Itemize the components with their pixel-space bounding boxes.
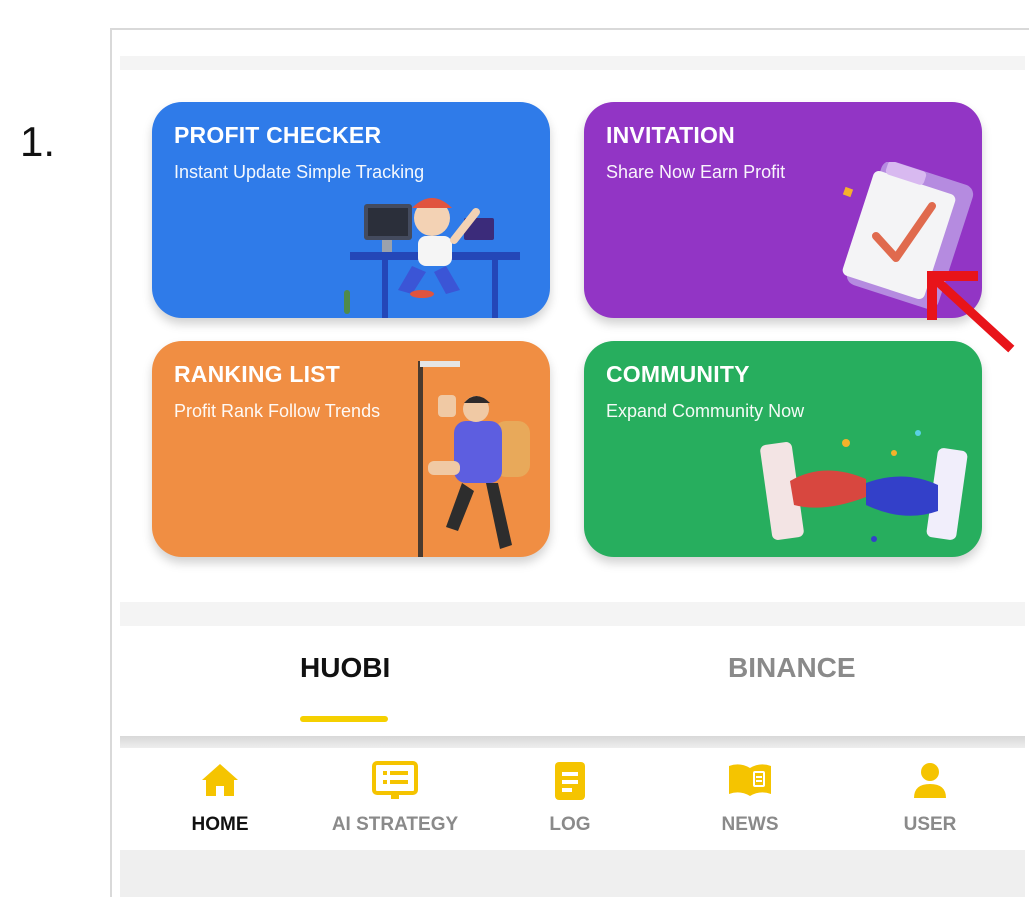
divider <box>120 736 1025 748</box>
arrow-pointer-icon <box>927 271 1015 353</box>
nav-log[interactable]: LOG <box>495 748 645 848</box>
step-number: 1. <box>20 118 56 165</box>
document-icon <box>555 762 585 800</box>
card-title: COMMUNITY <box>606 361 750 387</box>
nav-news[interactable]: NEWS <box>675 748 825 848</box>
card-subtitle: Instant Update Simple Tracking <box>174 162 425 182</box>
mid-band <box>120 602 1025 626</box>
tab-binance[interactable]: BINANCE <box>728 652 856 684</box>
nav-label: AI STRATEGY <box>331 814 459 835</box>
handshake-illustration <box>760 430 968 542</box>
top-band <box>120 56 1025 70</box>
nav-label: NEWS <box>721 814 779 835</box>
book-icon <box>729 764 771 796</box>
active-tab-indicator <box>300 716 388 722</box>
phone-screen: PROFIT CHECKER Instant Update Simple Tra… <box>110 28 1029 897</box>
card-title: PROFIT CHECKER <box>174 122 382 148</box>
nav-ai-strategy[interactable]: AI STRATEGY <box>320 748 470 848</box>
ranking-list-card[interactable]: RANKING LIST Profit Rank Follow Trends <box>152 341 550 557</box>
card-title: RANKING LIST <box>174 361 340 387</box>
bottom-nav: HOME AI STRATEGY LOG NEWS USER <box>120 748 1025 850</box>
tab-huobi[interactable]: HUOBI <box>300 652 390 684</box>
monitor-icon <box>372 761 418 799</box>
home-icon <box>202 764 238 796</box>
nav-user[interactable]: USER <box>855 748 1005 848</box>
bottom-strip <box>120 850 1025 897</box>
card-title: INVITATION <box>606 122 735 148</box>
card-subtitle: Profit Rank Follow Trends <box>174 401 381 421</box>
nav-home[interactable]: HOME <box>145 748 295 848</box>
nav-label: HOME <box>191 814 249 835</box>
hiker-illustration <box>418 361 530 557</box>
card-subtitle: Share Now Earn Profit <box>606 162 786 182</box>
user-icon <box>914 763 946 798</box>
profit-checker-card[interactable]: PROFIT CHECKER Instant Update Simple Tra… <box>152 102 550 318</box>
nav-label: USER <box>903 814 957 835</box>
desk-worker-illustration <box>344 198 520 318</box>
nav-label: LOG <box>549 814 591 835</box>
community-card[interactable]: COMMUNITY Expand Community Now <box>584 341 982 557</box>
card-subtitle: Expand Community Now <box>606 401 805 421</box>
